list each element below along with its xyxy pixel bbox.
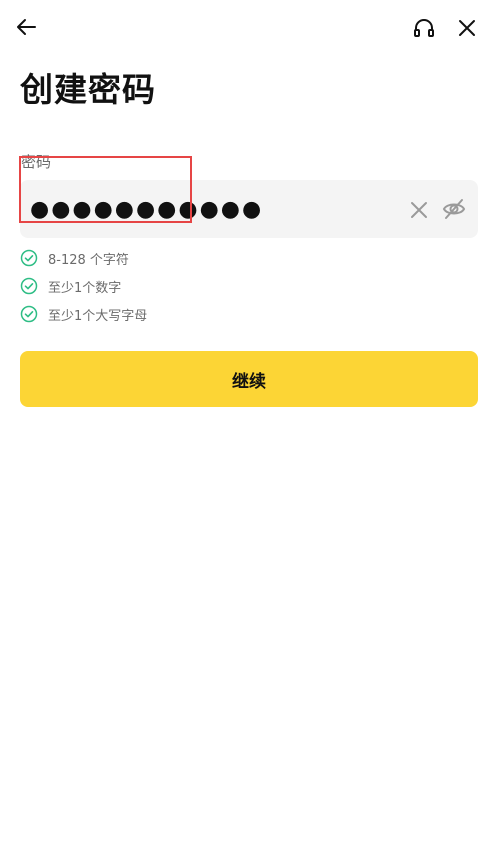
page-title: 创建密码 [20, 70, 156, 109]
rule-text: 至少1个大写字母 [48, 308, 148, 324]
support-button[interactable] [408, 12, 440, 44]
rule-text: 至少1个数字 [48, 280, 122, 296]
rule-item: 8-128 个字符 [20, 244, 147, 272]
eye-off-icon [442, 199, 466, 219]
clear-input-icon [411, 202, 427, 218]
password-field[interactable] [20, 180, 478, 238]
check-circle-icon [20, 249, 38, 267]
clear-button[interactable] [403, 194, 435, 226]
top-bar [0, 0, 500, 56]
password-input[interactable] [30, 180, 400, 238]
close-icon [459, 20, 475, 36]
password-rules: 8-128 个字符 至少1个数字 至少1个大写字母 [20, 244, 147, 328]
check-circle-icon [20, 277, 38, 295]
back-arrow-icon [17, 19, 36, 35]
headset-icon [414, 19, 434, 37]
check-circle-icon [20, 305, 38, 323]
password-label: 密码 [21, 153, 52, 171]
rule-text: 8-128 个字符 [48, 252, 129, 268]
continue-button[interactable]: 继续 [20, 351, 478, 407]
toggle-visibility-button[interactable] [438, 193, 470, 225]
close-button[interactable] [451, 12, 483, 44]
back-button[interactable] [10, 11, 42, 43]
rule-item: 至少1个数字 [20, 272, 147, 300]
rule-item: 至少1个大写字母 [20, 300, 147, 328]
